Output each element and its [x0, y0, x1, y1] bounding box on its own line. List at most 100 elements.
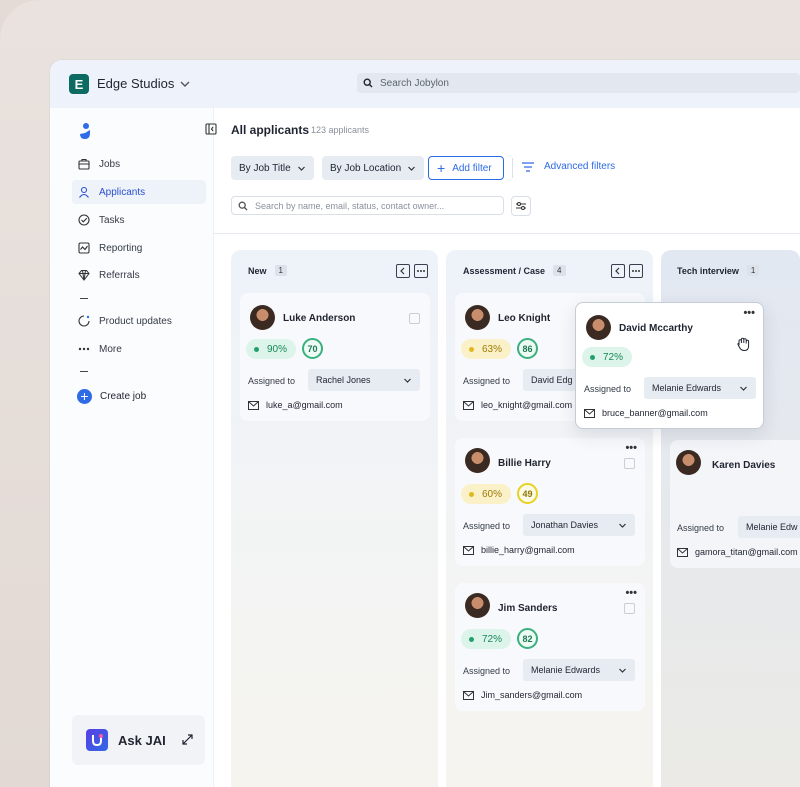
assignee-select[interactable]: Melanie Edwards [523, 659, 635, 681]
column-controls [392, 264, 428, 278]
card-menu-icon[interactable]: ••• [625, 587, 637, 599]
applicant-card[interactable]: Karen Davies Assigned to Melanie Edw gam… [670, 440, 800, 568]
create-job-label: Create job [100, 391, 147, 402]
select-checkbox[interactable] [624, 603, 635, 614]
sidebar-item-reporting[interactable]: Reporting [72, 236, 206, 260]
create-job-button[interactable]: + Create job [77, 389, 146, 404]
sidebar-item-product-updates[interactable]: Product updates [72, 309, 206, 333]
sidebar-item-tasks[interactable]: Tasks [72, 208, 206, 232]
column-menu-button[interactable] [629, 264, 643, 278]
assigned-label: Assigned to [463, 376, 511, 386]
assignee-select[interactable]: Melanie Edwards [644, 377, 756, 399]
applicant-name: Leo Knight [498, 313, 551, 324]
search-icon [363, 78, 373, 88]
column-menu-button[interactable] [414, 264, 428, 278]
dragging-applicant-card[interactable]: ••• David Mccarthy 72% Assigned to Melan… [575, 302, 764, 429]
filter-lines-icon [522, 161, 534, 172]
sidebar-item-label: Applicants [99, 186, 146, 198]
applicant-name: David Mccarthy [619, 323, 693, 334]
sliders-icon [516, 202, 526, 210]
email-text: luke_a@gmail.com [266, 400, 343, 410]
sidebar-divider [80, 371, 88, 372]
add-filter-label: Add filter [452, 162, 492, 174]
chevron-down-icon [619, 523, 626, 528]
mail-icon [463, 690, 474, 700]
select-checkbox[interactable] [624, 458, 635, 469]
filter-divider [512, 158, 513, 178]
sidebar-item-label: Jobs [99, 158, 121, 170]
ask-jai-label: Ask JAI [118, 732, 166, 748]
global-search-input[interactable]: Search Jobylon [357, 73, 800, 93]
jai-logo-icon [86, 729, 108, 751]
email-text: leo_knight@gmail.com [481, 400, 573, 410]
applicant-card[interactable]: ••• Jim Sanders 72% 82 Assigned to Melan… [455, 583, 645, 711]
column-count-badge: 4 [553, 265, 566, 276]
applicant-count: 123 applicants [311, 125, 370, 135]
applicant-name: Billie Harry [498, 458, 551, 469]
column-title: New [248, 265, 267, 276]
applicant-name: Karen Davies [712, 460, 776, 471]
column-header: Assessment / Case 4 [463, 265, 566, 276]
more-dots-icon [417, 270, 425, 272]
chevron-left-icon [615, 267, 620, 275]
chevron-left-icon [400, 267, 405, 275]
applicant-email: gamora_titan@gmail.com [677, 547, 798, 557]
match-badge: 63% [461, 339, 512, 359]
column-header: New 1 [248, 265, 287, 276]
assignee-select[interactable]: Rachel Jones [308, 369, 420, 391]
column-controls [607, 264, 643, 278]
workspace-logo[interactable]: E [69, 74, 89, 94]
applicant-name: Luke Anderson [283, 313, 356, 324]
global-search-placeholder: Search Jobylon [380, 77, 449, 89]
sidebar-item-jobs[interactable]: Jobs [72, 152, 206, 176]
sidebar-item-applicants[interactable]: Applicants [72, 180, 206, 204]
chevron-down-icon[interactable] [178, 77, 192, 91]
job-location-filter[interactable]: By Job Location [322, 156, 425, 180]
card-menu-icon[interactable]: ••• [625, 442, 637, 454]
match-percent: 72% [482, 633, 503, 645]
chevron-down-icon [740, 386, 747, 391]
advanced-filters-link[interactable]: Advanced filters [521, 161, 615, 172]
select-checkbox[interactable] [409, 313, 420, 324]
avatar [250, 305, 275, 330]
match-badge: 72% [461, 629, 512, 649]
assigned-label: Assigned to [584, 384, 632, 394]
filter-settings-button[interactable] [511, 196, 531, 216]
score-ring: 86 [517, 338, 538, 359]
chevron-down-icon [619, 668, 626, 673]
header-divider [214, 233, 800, 234]
applicant-search-input[interactable]: Search by name, email, status, contact o… [231, 196, 504, 215]
mail-icon [584, 408, 595, 418]
advanced-filters-label: Advanced filters [544, 161, 616, 172]
chart-icon [78, 242, 90, 254]
assignee-value: Rachel Jones [316, 375, 371, 385]
pipeline-column-new: New 1 Luke Anderson 90% 70 Assigned to R… [231, 250, 438, 787]
column-header: Tech interview 1 [677, 265, 760, 276]
assignee-select[interactable]: Jonathan Davies [523, 514, 635, 536]
ask-jai-button[interactable]: Ask JAI [72, 715, 205, 765]
match-percent: 60% [482, 488, 503, 500]
workspace-name[interactable]: Edge Studios [97, 76, 174, 91]
match-badge: 72% [582, 347, 633, 367]
job-title-filter[interactable]: By Job Title [231, 156, 314, 180]
column-title: Tech interview [677, 265, 739, 276]
collapse-sidebar-icon[interactable] [205, 123, 217, 135]
sidebar-item-more[interactable]: More [72, 337, 206, 361]
sidebar-item-referrals[interactable]: Referrals [72, 263, 206, 287]
sidebar-item-label: Reporting [99, 242, 143, 254]
applicant-card[interactable]: ••• Billie Harry 60% 49 Assigned to Jona… [455, 438, 645, 566]
grab-hand-icon [737, 337, 750, 352]
collapse-column-button[interactable] [611, 264, 625, 278]
add-filter-button[interactable]: + Add filter [428, 156, 504, 180]
assignee-select[interactable]: Melanie Edw [738, 516, 800, 538]
card-menu-icon[interactable]: ••• [743, 307, 755, 319]
assignee-value: Melanie Edwards [531, 665, 601, 675]
page-title: All applicants [231, 123, 310, 137]
collapse-column-button[interactable] [396, 264, 410, 278]
brand-logo-icon[interactable] [78, 122, 92, 140]
sparkle-icon [78, 315, 90, 327]
person-icon [79, 186, 89, 198]
expand-icon[interactable] [182, 734, 193, 745]
applicant-email: luke_a@gmail.com [248, 400, 343, 410]
applicant-card[interactable]: Luke Anderson 90% 70 Assigned to Rachel … [240, 293, 430, 421]
